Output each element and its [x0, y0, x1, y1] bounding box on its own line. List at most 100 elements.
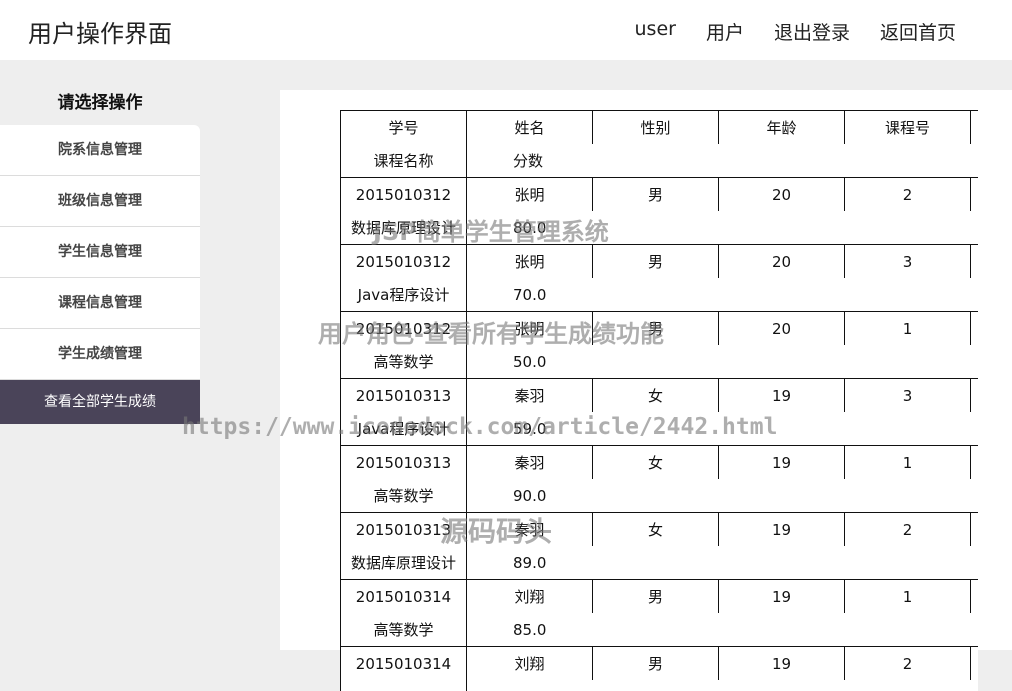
- cell-age: 20: [718, 244, 845, 278]
- cell-name: 姓名: [466, 110, 593, 144]
- cell-spacer: [970, 177, 978, 211]
- table-row: 2015010314 刘翔男 19 2: [340, 646, 978, 680]
- cell-age: 20: [718, 177, 845, 211]
- cell-filler: [592, 345, 978, 379]
- cell-filler: [592, 613, 978, 647]
- cell-course-no: 2: [844, 512, 971, 546]
- nav-user[interactable]: 用户: [706, 18, 744, 45]
- sidebar-item-course[interactable]: 课程信息管理: [0, 278, 200, 329]
- table-row: 2015010313 秦羽女 19 3: [340, 378, 978, 412]
- cell-course-name: 高等数学: [340, 479, 467, 513]
- sidebar-item-all-grades[interactable]: 查看全部学生成绩: [0, 380, 200, 424]
- cell-course-name: [340, 680, 467, 691]
- cell-spacer: [970, 445, 978, 479]
- cell-score: 70.0: [513, 285, 547, 304]
- cell-gender: 男: [592, 579, 719, 613]
- cell-student-id: 2015010313: [340, 445, 467, 479]
- cell-gender: 女: [592, 512, 719, 546]
- cell-student-id: 学号: [340, 110, 467, 144]
- sidebar-title: 请选择操作: [57, 93, 143, 113]
- cell-course-name: 高等数学: [340, 613, 467, 647]
- table-row-detail: Java程序设计 70.0: [340, 278, 978, 312]
- cell-score: 80.0: [513, 218, 547, 237]
- cell-name: 秦羽: [466, 378, 593, 412]
- cell-course-no: 1: [844, 579, 971, 613]
- table-row: 2015010313 秦羽女 19 2: [340, 512, 978, 546]
- cell-course-no: 课程号: [844, 110, 971, 144]
- cell-gender: 男: [592, 646, 719, 680]
- cell-filler: [592, 278, 978, 312]
- cell-gender: 女: [592, 378, 719, 412]
- cell-score: 分数: [513, 152, 544, 170]
- nav-username[interactable]: user: [635, 18, 676, 45]
- cell-score: 50.0: [513, 352, 547, 371]
- cell-filler: [592, 680, 978, 691]
- table-row: 2015010312 张明男 20 3: [340, 244, 978, 278]
- cell-spacer: [970, 646, 978, 680]
- cell-age: 19: [718, 579, 845, 613]
- table-row: 2015010312 张明男 20 1: [340, 311, 978, 345]
- cell-filler: [592, 144, 978, 178]
- table-row-detail: [340, 680, 978, 691]
- cell-score: 89.0: [513, 553, 547, 572]
- table-header-row: 学号 姓名 性别 年龄 课程号: [340, 110, 978, 144]
- cell-gender: 女: [592, 445, 719, 479]
- grades-table-container: 学号 姓名 性别 年龄 课程号 课程名称 分数 2015010312 张明男 20 2 数据库原理设计…: [340, 110, 978, 691]
- table-row-detail: 高等数学 90.0: [340, 479, 978, 513]
- sidebar-item-department[interactable]: 院系信息管理: [0, 125, 200, 176]
- cell-name: 刘翔: [466, 646, 593, 680]
- cell-student-id: 2015010312: [340, 177, 467, 211]
- sidebar-item-class[interactable]: 班级信息管理: [0, 176, 200, 227]
- cell-name: 秦羽: [466, 445, 593, 479]
- cell-student-id: 2015010313: [340, 378, 467, 412]
- cell-spacer: [970, 512, 978, 546]
- cell-course-name: 数据库原理设计: [340, 546, 467, 580]
- cell-course-no: 3: [844, 244, 971, 278]
- cell-name: 刘翔: [466, 579, 593, 613]
- page-title: 用户操作界面: [28, 20, 172, 48]
- table-row-detail: 高等数学 50.0: [340, 345, 978, 379]
- cell-name: 张明: [466, 177, 593, 211]
- cell-course-name: Java程序设计: [340, 278, 467, 312]
- cell-age: 19: [718, 512, 845, 546]
- top-nav: user 用户 退出登录 返回首页: [635, 18, 957, 45]
- cell-name: 张明: [466, 244, 593, 278]
- sidebar-item-grades[interactable]: 学生成绩管理: [0, 329, 200, 380]
- cell-spacer: [970, 110, 978, 144]
- cell-age: 19: [718, 646, 845, 680]
- cell-age: 19: [718, 445, 845, 479]
- nav-home-link[interactable]: 返回首页: [880, 18, 956, 45]
- table-row-detail: 数据库原理设计 89.0: [340, 546, 978, 580]
- cell-course-name: 数据库原理设计: [340, 211, 467, 245]
- table-row: 2015010314 刘翔男 19 1: [340, 579, 978, 613]
- cell-score: 90.0: [513, 486, 547, 505]
- cell-student-id: 2015010314: [340, 646, 467, 680]
- cell-course-name: 高等数学: [340, 345, 467, 379]
- cell-filler: [592, 479, 978, 513]
- table-row-detail: 数据库原理设计 80.0: [340, 211, 978, 245]
- cell-course-no: 2: [844, 177, 971, 211]
- cell-name: 张明: [466, 311, 593, 345]
- sidebar-menu: 院系信息管理 班级信息管理 学生信息管理 课程信息管理 学生成绩管理 查看全部学…: [0, 125, 200, 424]
- cell-age: 19: [718, 378, 845, 412]
- cell-course-no: 2: [844, 646, 971, 680]
- nav-logout-link[interactable]: 退出登录: [774, 18, 850, 45]
- cell-course-name: Java程序设计: [340, 412, 467, 446]
- cell-spacer: [970, 244, 978, 278]
- cell-gender: 男: [592, 244, 719, 278]
- sidebar-item-student[interactable]: 学生信息管理: [0, 227, 200, 278]
- cell-score: [467, 680, 593, 691]
- cell-spacer: [970, 378, 978, 412]
- cell-student-id: 2015010313: [340, 512, 467, 546]
- cell-spacer: [970, 311, 978, 345]
- cell-course-no: 3: [844, 378, 971, 412]
- cell-gender: 性别: [592, 110, 719, 144]
- cell-score: 59.0: [513, 419, 547, 438]
- table-row: 2015010313 秦羽女 19 1: [340, 445, 978, 479]
- cell-gender: 男: [592, 177, 719, 211]
- cell-score: 85.0: [513, 620, 547, 639]
- cell-student-id: 2015010314: [340, 579, 467, 613]
- cell-age: 20: [718, 311, 845, 345]
- cell-student-id: 2015010312: [340, 244, 467, 278]
- table-row: 2015010312 张明男 20 2: [340, 177, 978, 211]
